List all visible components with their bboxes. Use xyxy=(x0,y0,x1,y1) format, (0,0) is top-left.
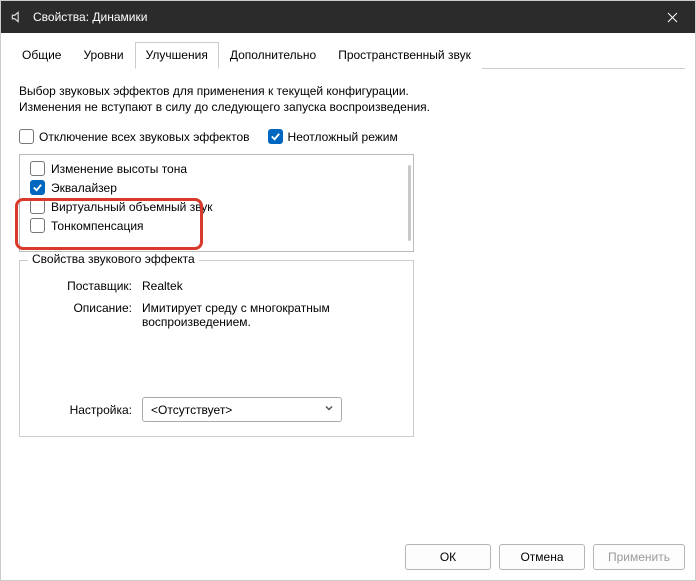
effect-item-virtual-surround[interactable]: Виртуальный объемный звук xyxy=(20,197,413,216)
titlebar: Свойства: Динамики xyxy=(1,1,695,33)
effect-label: Тонкомпенсация xyxy=(51,219,144,233)
effect-item-equalizer[interactable]: Эквалайзер xyxy=(20,178,413,197)
provider-label: Поставщик: xyxy=(32,279,142,293)
checkbox-urgent-mode[interactable]: Неотложный режим xyxy=(268,129,398,144)
setting-combobox[interactable]: <Отсутствует> xyxy=(142,397,342,422)
group-legend: Свойства звукового эффекта xyxy=(28,252,199,266)
description-label: Описание: xyxy=(32,301,142,329)
checkbox-label: Неотложный режим xyxy=(288,130,398,144)
setting-value: <Отсутствует> xyxy=(151,403,232,417)
close-button[interactable] xyxy=(649,1,695,33)
cancel-button[interactable]: Отмена xyxy=(499,544,585,570)
speaker-icon xyxy=(9,9,25,25)
tab-levels[interactable]: Уровни xyxy=(72,42,134,69)
intro-text: Выбор звуковых эффектов для применения к… xyxy=(19,83,439,115)
checkbox-icon xyxy=(30,161,45,176)
chevron-down-icon xyxy=(323,402,335,417)
tab-enhancements[interactable]: Улучшения xyxy=(135,42,219,69)
effect-item-pitch[interactable]: Изменение высоты тона xyxy=(20,159,413,178)
effect-label: Виртуальный объемный звук xyxy=(51,200,213,214)
tabstrip: Общие Уровни Улучшения Дополнительно Про… xyxy=(11,41,685,69)
checkbox-icon xyxy=(19,129,34,144)
provider-value: Realtek xyxy=(142,279,401,293)
checkbox-disable-all[interactable]: Отключение всех звуковых эффектов xyxy=(19,129,250,144)
checkbox-icon xyxy=(30,218,45,233)
tab-advanced[interactable]: Дополнительно xyxy=(219,42,327,69)
checkbox-icon xyxy=(30,180,45,195)
setting-label: Настройка: xyxy=(32,403,142,417)
ok-button[interactable]: ОК xyxy=(405,544,491,570)
effect-item-loudness[interactable]: Тонкомпенсация xyxy=(20,216,413,235)
checkbox-label: Отключение всех звуковых эффектов xyxy=(39,130,250,144)
effects-listbox[interactable]: Изменение высоты тона Эквалайзер Виртуал… xyxy=(19,154,414,252)
checkbox-icon xyxy=(30,199,45,214)
scrollbar[interactable] xyxy=(408,165,411,241)
window-title: Свойства: Динамики xyxy=(33,10,649,24)
tab-spatial[interactable]: Пространственный звук xyxy=(327,42,482,69)
checkbox-icon xyxy=(268,129,283,144)
effect-properties-group: Свойства звукового эффекта Поставщик: Re… xyxy=(19,260,414,437)
effect-label: Эквалайзер xyxy=(51,181,117,195)
tab-general[interactable]: Общие xyxy=(11,42,72,69)
dialog-buttons: ОК Отмена Применить xyxy=(11,534,685,570)
apply-button[interactable]: Применить xyxy=(593,544,685,570)
description-value: Имитирует среду с многократным воспроизв… xyxy=(142,301,362,329)
effect-label: Изменение высоты тона xyxy=(51,162,187,176)
